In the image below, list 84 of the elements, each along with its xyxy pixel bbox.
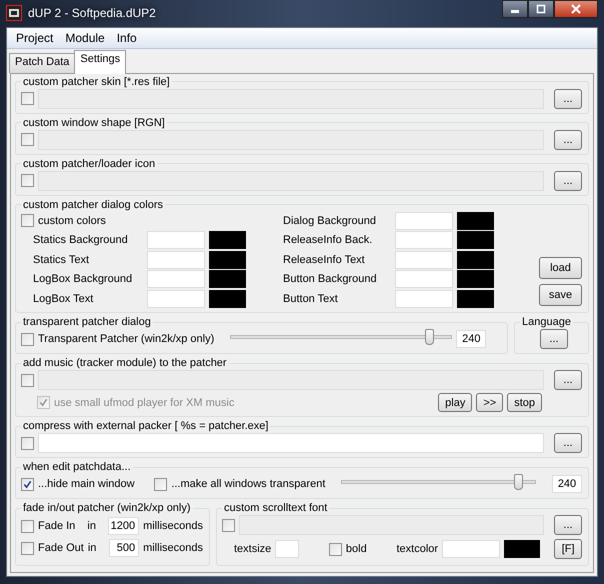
textcolor-label: textcolor <box>396 543 438 555</box>
value-field[interactable]: 240 <box>456 330 486 348</box>
checkbox[interactable] <box>21 478 34 490</box>
group-title: custom patcher/loader icon <box>22 158 156 170</box>
color-label: LogBox Text <box>33 292 94 305</box>
tab[interactable]: Patch Data <box>9 52 76 72</box>
color-field[interactable] <box>147 270 205 288</box>
color-swatch[interactable] <box>209 231 246 250</box>
checkbox[interactable] <box>21 542 34 554</box>
checkbox[interactable] <box>21 332 34 346</box>
milliseconds-field[interactable]: 1200 <box>108 517 140 535</box>
color-label: Statics Text <box>33 254 90 266</box>
group-title: custom scrolltext font <box>223 502 328 514</box>
checkbox-label: Fade Out <box>38 542 84 554</box>
group-title: transparent patcher dialog <box>22 316 152 328</box>
checkbox-label: use small ufmod player for XM music <box>54 396 234 408</box>
in-label: in <box>88 542 98 554</box>
checkbox-label: ...make all windows transparent <box>171 478 326 490</box>
checkbox-label: custom colors <box>38 214 106 227</box>
color-swatch[interactable] <box>457 270 494 288</box>
app-icon <box>6 5 22 22</box>
color-field[interactable] <box>147 290 205 308</box>
window-title: dUP 2 - Softpedia.dUP2 <box>28 6 156 20</box>
checkbox-label: Transparent Patcher (win2k/xp only) <box>38 333 214 345</box>
color-label: ReleaseInfo Text <box>283 254 366 266</box>
save-button[interactable]: save <box>539 284 582 306</box>
checkbox[interactable] <box>21 214 34 228</box>
menu-item[interactable]: Info <box>110 30 143 44</box>
color-label: LogBox Background <box>33 273 134 286</box>
color-swatch[interactable] <box>209 270 246 288</box>
color-field[interactable] <box>147 250 205 269</box>
slider-thumb[interactable] <box>514 474 524 490</box>
color-swatch[interactable] <box>457 212 494 230</box>
checkbox-label: ...hide main window <box>38 478 135 490</box>
maximize-button[interactable] <box>528 0 554 18</box>
checkbox-label: bold <box>346 543 367 555</box>
slider-thumb[interactable] <box>425 329 434 345</box>
checkbox-label: Fade In <box>38 520 76 532</box>
group-title: custom patcher skin [*.res file] <box>22 76 171 88</box>
color-field[interactable] <box>442 540 500 558</box>
color-field[interactable] <box>395 212 453 230</box>
color-field[interactable] <box>395 250 453 269</box>
language-button[interactable]: ... <box>540 329 568 349</box>
value-field[interactable]: 240 <box>552 475 582 493</box>
color-field[interactable] <box>395 290 453 308</box>
group-title: custom patcher dialog colors <box>22 198 164 210</box>
color-swatch[interactable] <box>209 250 246 269</box>
unit-label: milliseconds <box>143 542 203 554</box>
color-label: Button Background <box>283 273 378 286</box>
group-title: fade in/out patcher (win2k/xp only) <box>22 502 192 514</box>
tab[interactable]: Settings <box>74 50 126 74</box>
group-title: custom window shape [RGN] <box>22 116 166 128</box>
color-label: Button Text <box>283 292 339 305</box>
command-field[interactable] <box>38 433 544 453</box>
close-button[interactable] <box>554 0 598 18</box>
menu-item[interactable]: Project <box>10 30 60 44</box>
color-label: ReleaseInfo Back. <box>283 234 374 246</box>
in-label: in <box>87 520 97 532</box>
color-swatch[interactable] <box>457 290 494 308</box>
maximize-icon <box>536 4 546 14</box>
checkbox[interactable] <box>154 478 168 490</box>
unit-label: milliseconds <box>143 520 203 532</box>
close-icon <box>570 4 582 14</box>
color-swatch[interactable] <box>457 231 494 250</box>
checkbox[interactable] <box>21 520 34 532</box>
group-title: when edit patchdata... <box>22 461 132 473</box>
group-title: compress with external packer [ %s = patcher.exe] <box>22 420 270 432</box>
color-swatch[interactable] <box>209 290 246 308</box>
color-field[interactable] <box>395 231 453 250</box>
color-swatch[interactable] <box>457 250 494 269</box>
textsize-field[interactable] <box>275 540 300 558</box>
browse-button[interactable]: ... <box>554 433 582 453</box>
milliseconds-field[interactable]: 500 <box>108 539 140 557</box>
load-button[interactable]: load <box>539 257 582 279</box>
color-label: Dialog Background <box>283 214 377 227</box>
menu-item[interactable]: Module <box>59 30 111 44</box>
textsize-label: textsize <box>234 543 272 555</box>
color-field[interactable] <box>147 231 205 250</box>
color-field[interactable] <box>395 270 453 288</box>
checkbox[interactable] <box>21 436 34 450</box>
group-title: Language <box>521 316 572 328</box>
group-title: add music (tracker module) to the patcher <box>22 357 228 369</box>
color-label: Statics Background <box>33 234 129 246</box>
minimize-button[interactable] <box>502 0 528 18</box>
